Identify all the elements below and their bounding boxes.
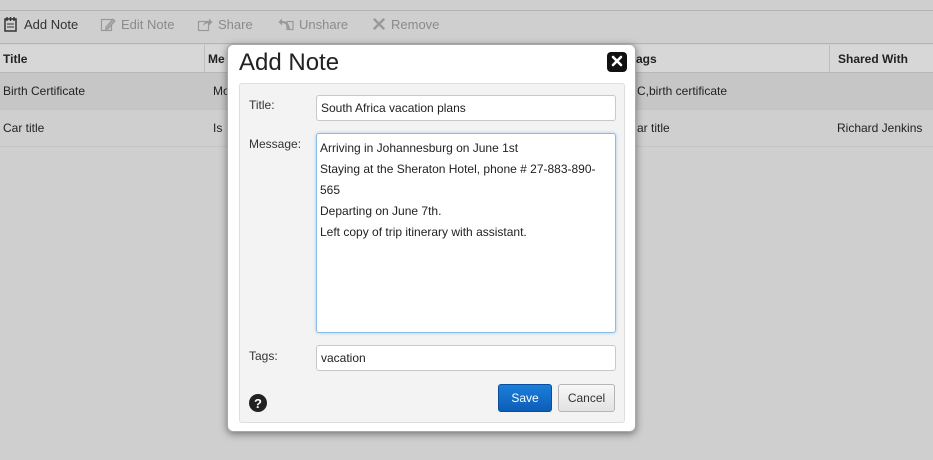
unshare-label: Unshare [299,16,349,32]
column-header-tags[interactable]: ags [630,45,830,72]
column-header-title[interactable]: Title [0,45,205,72]
title-label: Title: [249,98,275,112]
pencil-icon [100,16,116,32]
cell-title: Birth Certificate [3,84,86,98]
unshare-button[interactable]: Unshare [278,11,348,37]
title-input[interactable] [316,95,616,121]
remove-button[interactable]: Remove [372,11,439,37]
save-button[interactable]: Save [498,384,552,412]
close-button[interactable] [607,52,627,72]
cell-title: Car title [3,121,45,135]
tags-input[interactable] [316,345,616,371]
notepad-icon [3,16,19,32]
share-arrow-icon [197,16,213,32]
cell-shared-with [834,73,933,109]
toolbar: Add Note Edit Note Share Unshare Remove [0,11,933,44]
unshare-icon [278,16,294,32]
add-note-label: Add Note [24,16,79,32]
message-label: Message: [249,137,302,151]
cell-shared-with: Richard Jenkins [837,121,923,135]
column-header-shared-with[interactable]: Shared With [830,45,933,72]
share-label: Share [218,16,253,32]
top-strip [0,0,933,11]
edit-note-button[interactable]: Edit Note [100,11,174,37]
add-note-dialog: Add Note Title: Message: Arriving in Joh… [227,44,636,432]
share-button[interactable]: Share [197,11,253,37]
edit-note-label: Edit Note [121,16,175,32]
remove-label: Remove [391,16,440,32]
cell-tags: ar title [637,121,670,135]
cell-tags: C,birth certificate [637,84,728,98]
close-icon [611,55,623,70]
message-textarea[interactable]: Arriving in Johannesburg on June 1st Sta… [316,133,616,333]
question-icon[interactable]: ? [249,394,267,412]
add-note-button[interactable]: Add Note [3,11,78,37]
dialog-body: Title: Message: Arriving in Johannesburg… [239,83,625,423]
cancel-button[interactable]: Cancel [558,384,615,412]
dialog-title: Add Note [239,49,340,76]
x-icon [372,17,386,31]
tags-label: Tags: [249,349,278,363]
